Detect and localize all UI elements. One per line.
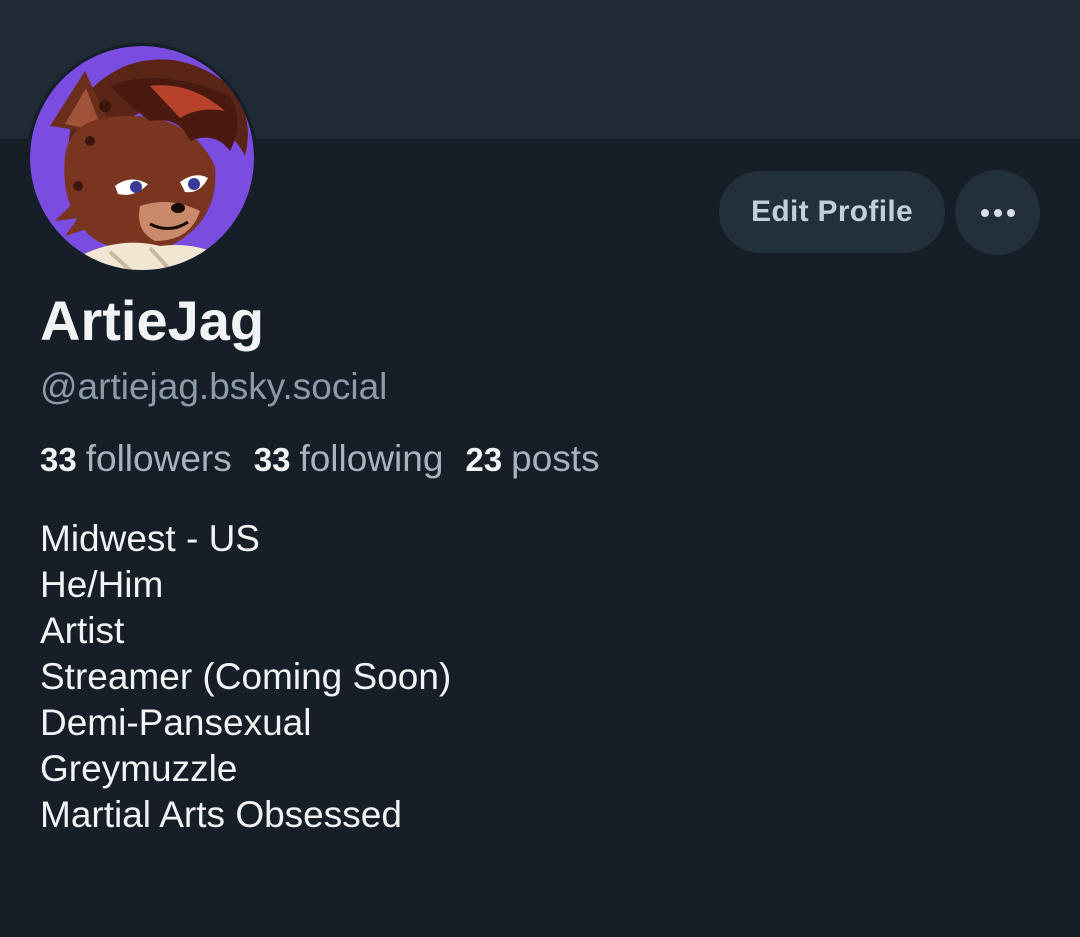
- bio-line: Artist: [40, 610, 125, 651]
- posts-label: posts: [511, 438, 600, 479]
- display-name: ArtieJag: [40, 289, 265, 352]
- profile-stats: 33 followers 33 following 23 posts: [40, 435, 622, 484]
- followers-label: followers: [85, 438, 232, 479]
- following-label: following: [299, 438, 444, 479]
- bio-line: He/Him: [40, 564, 164, 605]
- wolf-character-avatar-icon: [30, 46, 254, 270]
- avatar[interactable]: [27, 43, 257, 273]
- followers-stat[interactable]: 33 followers: [40, 435, 232, 484]
- bio-line: Streamer (Coming Soon): [40, 656, 452, 697]
- bio-line: Demi-Pansexual: [40, 702, 312, 743]
- more-options-button[interactable]: [955, 170, 1040, 255]
- bio-line: Martial Arts Obsessed: [40, 794, 402, 835]
- posts-count: 23: [465, 441, 503, 478]
- profile-page: Edit Profile ArtieJag @artiejag.bsky.soc…: [0, 0, 1080, 937]
- following-count: 33: [253, 441, 291, 478]
- followers-count: 33: [40, 441, 77, 478]
- profile-handle[interactable]: @artiejag.bsky.social: [40, 363, 387, 411]
- bio-line: Midwest - US: [40, 518, 260, 559]
- profile-bio: Midwest - US He/Him Artist Streamer (Com…: [40, 516, 451, 838]
- ellipsis-icon: [980, 208, 1015, 217]
- posts-stat: 23 posts: [465, 435, 599, 484]
- edit-profile-label: Edit Profile: [751, 195, 913, 228]
- bio-line: Greymuzzle: [40, 748, 238, 789]
- following-stat[interactable]: 33 following: [254, 435, 444, 484]
- edit-profile-button[interactable]: Edit Profile: [719, 171, 945, 253]
